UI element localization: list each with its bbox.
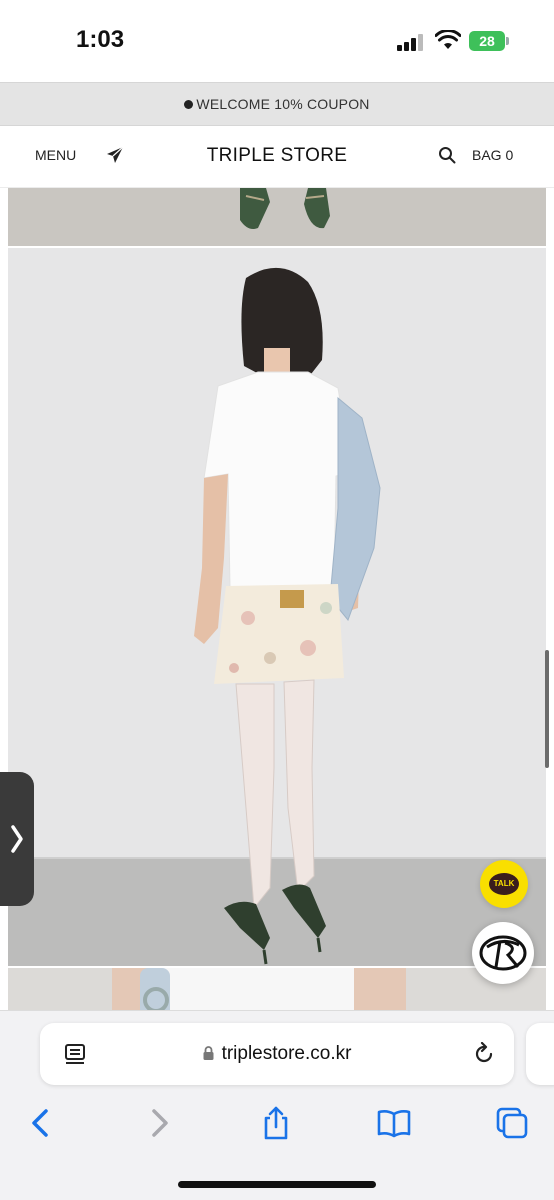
tabs-icon[interactable]: [494, 1105, 530, 1141]
scroll-indicator[interactable]: [545, 650, 549, 768]
bag-button[interactable]: BAG 0: [472, 147, 513, 163]
kakao-talk-button[interactable]: TALK: [480, 860, 528, 908]
talk-label: TALK: [489, 873, 519, 895]
chevron-right-icon[interactable]: [142, 1105, 178, 1141]
announcement-bar[interactable]: WELCOME 10% COUPON: [0, 82, 554, 126]
next-tab-preview[interactable]: [526, 1023, 554, 1085]
battery-icon: 28: [469, 31, 509, 51]
product-photo-previous[interactable]: [8, 188, 546, 246]
cellular-signal-icon: [397, 33, 425, 51]
address-bar[interactable]: triplestore.co.kr: [40, 1023, 514, 1085]
product-gallery: [0, 188, 554, 1018]
brand-logo-icon: [479, 935, 527, 971]
share-icon[interactable]: [258, 1105, 294, 1141]
brand-logo-button[interactable]: [472, 922, 534, 984]
chevron-right-icon: [11, 825, 23, 853]
menu-button[interactable]: MENU: [35, 147, 76, 163]
book-icon[interactable]: [376, 1105, 412, 1141]
status-bar: 1:03 28: [0, 0, 554, 82]
store-title[interactable]: TRIPLE STORE: [0, 145, 554, 167]
url-field[interactable]: triplestore.co.kr: [40, 1043, 514, 1065]
lock-icon: [203, 1046, 214, 1060]
slider-next-button[interactable]: [0, 772, 34, 906]
home-indicator[interactable]: [178, 1181, 376, 1188]
product-photo-main[interactable]: [8, 248, 546, 966]
wifi-icon: [435, 30, 461, 49]
url-text: triplestore.co.kr: [221, 1043, 352, 1064]
browser-nav-row: [0, 1099, 554, 1149]
screen: 1:03 28 WELCOME 10% COUPON MENU TRIPLE S…: [0, 0, 554, 1200]
status-time: 1:03: [76, 26, 125, 53]
search-icon[interactable]: [438, 146, 456, 164]
browser-toolbar: triplestore.co.kr: [0, 1010, 554, 1200]
site-header: MENU TRIPLE STORE BAG 0: [0, 126, 554, 188]
announcement-text: WELCOME 10% COUPON: [196, 96, 370, 112]
paper-plane-icon[interactable]: [105, 145, 125, 165]
bullet-dot-icon: [184, 99, 194, 109]
reload-icon[interactable]: [472, 1042, 496, 1066]
chevron-left-icon[interactable]: [24, 1105, 60, 1141]
battery-level: 28: [469, 31, 505, 51]
